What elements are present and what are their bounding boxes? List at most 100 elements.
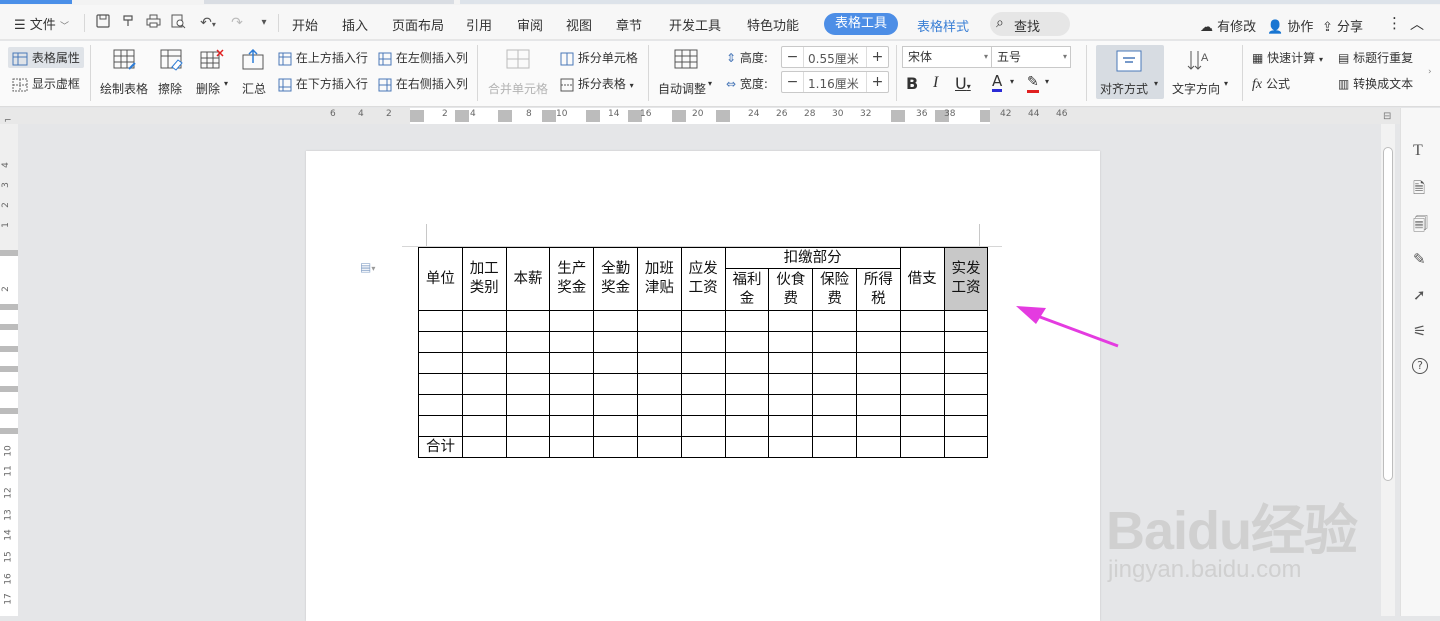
underline-icon[interactable]: U▾ <box>955 74 971 93</box>
format-painter-icon[interactable] <box>119 14 137 32</box>
table-cell[interactable] <box>812 310 857 332</box>
table-properties-button[interactable]: 表格属性 <box>8 47 84 68</box>
table-cell[interactable] <box>418 352 463 374</box>
header-cell[interactable]: 保险费 <box>812 268 857 311</box>
merge-cells-button[interactable]: 合并单元格 <box>486 45 550 101</box>
header-cell[interactable]: 单位 <box>418 247 463 311</box>
erase-button[interactable]: 擦除 <box>158 45 188 101</box>
table-cell[interactable] <box>549 352 595 374</box>
modified-status[interactable]: ☁ 有修改 <box>1200 16 1256 35</box>
tab-review[interactable]: 审阅 <box>517 15 543 34</box>
table-cell[interactable] <box>418 394 463 416</box>
total-label-cell[interactable]: 合计 <box>418 436 463 458</box>
table-cell[interactable] <box>812 373 857 395</box>
table-cell[interactable] <box>724 415 770 437</box>
table-cell[interactable] <box>768 436 814 458</box>
customize-qat-icon[interactable]: ▾ <box>255 14 273 32</box>
table-cell[interactable] <box>461 331 507 353</box>
quick-calc-button[interactable]: ▦ 快速计算 ▾ <box>1252 49 1323 66</box>
table-cell[interactable] <box>768 415 814 437</box>
table-cell[interactable] <box>549 310 595 332</box>
table-cell[interactable] <box>461 310 507 332</box>
tab-references[interactable]: 引用 <box>466 15 492 34</box>
insert-row-above-button[interactable]: 在上方插入行 <box>278 49 368 66</box>
header-cell[interactable]: 伙食费 <box>768 268 814 311</box>
convert-to-text-button[interactable]: ▥ 转换成文本 <box>1338 75 1413 92</box>
table-cell[interactable] <box>768 352 814 374</box>
chevron-down-icon[interactable]: ▾ <box>1045 77 1049 86</box>
header-cell-deductions[interactable]: 扣缴部分 <box>724 247 901 269</box>
header-cell[interactable]: 福利金 <box>724 268 770 311</box>
table-cell[interactable] <box>636 436 682 458</box>
decrease-height-button[interactable]: − <box>782 47 804 67</box>
table-cell[interactable] <box>461 436 507 458</box>
font-name-select[interactable]: 宋体 ▾ <box>902 46 992 68</box>
table-cell[interactable] <box>505 394 551 416</box>
align-button[interactable]: 对齐方式 ▾ <box>1096 45 1164 99</box>
table-cell[interactable] <box>899 331 945 353</box>
delete-button[interactable]: 删除 ▾ <box>196 45 232 101</box>
table-cell[interactable] <box>461 352 507 374</box>
table-cell[interactable] <box>418 310 463 332</box>
table-cell[interactable] <box>636 415 682 437</box>
table-cell[interactable] <box>943 331 989 353</box>
file-menu[interactable]: ☰ 文件 ﹀ <box>14 14 69 33</box>
table-cell[interactable] <box>680 436 726 458</box>
table-cell[interactable] <box>505 436 551 458</box>
table-cell[interactable] <box>461 394 507 416</box>
save-icon[interactable] <box>94 14 112 32</box>
table-cell[interactable] <box>636 394 682 416</box>
table-cell[interactable] <box>418 415 463 437</box>
table-cell[interactable] <box>899 310 945 332</box>
tab-special-features[interactable]: 特色功能 <box>747 15 799 34</box>
document-settings-icon[interactable]: 🗐 <box>1413 214 1428 239</box>
share-button[interactable]: ⇪ 分享 <box>1322 16 1363 35</box>
header-cell[interactable]: 本薪 <box>505 247 551 311</box>
table-cell[interactable] <box>505 331 551 353</box>
table-cell[interactable] <box>943 394 989 416</box>
table-cell[interactable] <box>899 394 945 416</box>
table-cell[interactable] <box>549 394 595 416</box>
table-cell[interactable] <box>680 352 726 374</box>
table-cell[interactable] <box>768 373 814 395</box>
document-layout-icon[interactable]: ▤▾ <box>360 260 375 274</box>
table-cell[interactable] <box>812 436 857 458</box>
table-cell[interactable] <box>549 415 595 437</box>
table-cell[interactable] <box>418 373 463 395</box>
table-cell[interactable] <box>899 436 945 458</box>
table-cell[interactable] <box>549 436 595 458</box>
table-cell[interactable] <box>943 310 989 332</box>
table-cell[interactable] <box>505 310 551 332</box>
table-cell[interactable] <box>899 352 945 374</box>
header-cell-net-pay-selected[interactable]: 实发工资 <box>943 247 989 311</box>
repeat-header-button[interactable]: ▤ 标题行重复 <box>1338 49 1413 66</box>
tab-page-layout[interactable]: 页面布局 <box>392 15 444 34</box>
table-cell[interactable] <box>593 310 638 332</box>
table-cell[interactable] <box>593 373 638 395</box>
increase-width-button[interactable]: + <box>866 72 888 92</box>
col-width-spinner[interactable]: − 1.16厘米 + <box>781 71 889 93</box>
table-cell[interactable] <box>593 415 638 437</box>
font-size-select[interactable]: 五号 ▾ <box>991 46 1071 68</box>
insert-col-right-button[interactable]: 在右侧插入列 <box>378 75 468 92</box>
table-cell[interactable] <box>680 415 726 437</box>
table-cell[interactable] <box>505 352 551 374</box>
table-cell[interactable] <box>593 394 638 416</box>
font-color-icon[interactable]: A <box>992 73 1003 92</box>
header-cell[interactable]: 应发工资 <box>680 247 726 311</box>
formula-button[interactable]: fx 公式 <box>1252 75 1290 93</box>
table-cell[interactable] <box>636 331 682 353</box>
table-cell[interactable] <box>899 415 945 437</box>
table-cell[interactable] <box>680 394 726 416</box>
tab-view[interactable]: 视图 <box>566 15 592 34</box>
help-icon[interactable]: ? <box>1412 358 1428 374</box>
salary-table[interactable]: 单位 加工类别 本薪 生产奖金 全勤奖金 加班津贴 应发工资 扣缴部分 借支 实… <box>418 247 989 458</box>
table-cell[interactable] <box>855 436 901 458</box>
summary-button[interactable]: 汇总 <box>240 45 270 101</box>
undo-icon[interactable]: ↶▾ <box>195 14 221 32</box>
table-cell[interactable] <box>461 415 507 437</box>
table-cell[interactable] <box>812 415 857 437</box>
table-cell[interactable] <box>768 331 814 353</box>
split-view-icon[interactable]: ⊟ <box>1383 111 1391 122</box>
bold-icon[interactable]: B <box>906 74 918 93</box>
